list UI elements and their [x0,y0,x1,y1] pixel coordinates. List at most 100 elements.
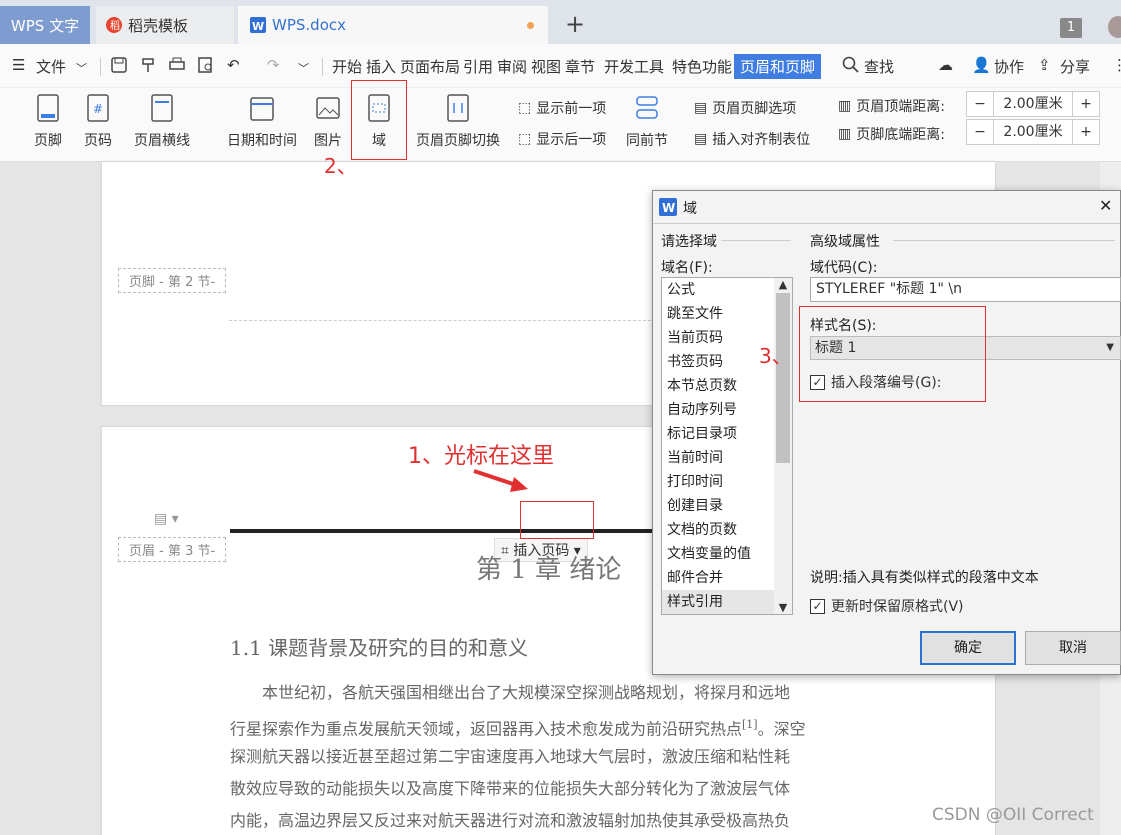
insert-align-tab-button[interactable]: ▤ 插入对齐制表位 [694,129,810,149]
header-top-value[interactable]: 2.00厘米 [993,92,1073,116]
show-previous-button[interactable]: ⬚ 显示前一项 [518,98,606,118]
scroll-up-icon[interactable]: ▲ [774,278,792,291]
align-tab-icon: ▤ [694,131,708,147]
footer-bottom-stepper[interactable]: − 2.00厘米 + [966,119,1100,145]
tab-wps-writer[interactable]: WPS 文字 [0,6,90,44]
menu-hamburger-icon[interactable]: ☰ [12,56,25,74]
tab-document[interactable]: W WPS.docx [238,6,548,44]
share-icon[interactable]: ⇪ [1038,56,1051,74]
decrement-button[interactable]: − [967,124,993,140]
wps-doc-icon: W [250,17,266,33]
format-painter-icon[interactable] [140,56,158,74]
picture-button[interactable]: 图片 [314,94,342,150]
cloud-sync-icon[interactable]: ☁ [938,56,953,74]
menu-tab-chapter[interactable]: 章节 [565,56,595,77]
menu-tab-review[interactable]: 审阅 [497,56,527,77]
footer-button[interactable]: 页脚 [34,94,62,150]
paragraph-line: 内能，高温边界层又反过来对航天器进行对流和激波辐射加热使其承受极高热负 [230,811,791,830]
list-item[interactable]: 文档变量的值 [662,542,792,566]
advanced-props-label: 高级域属性 [810,234,880,250]
scroll-thumb[interactable] [776,293,790,463]
picture-label: 图片 [314,133,342,149]
more-icon[interactable]: ⋮ [1112,56,1121,74]
menu-tab-special[interactable]: 特色功能 [672,56,732,77]
tab-bar: WPS 文字 稻 稻壳模板 W WPS.docx + 1 [0,0,1121,44]
header-top-stepper[interactable]: − 2.00厘米 + [966,91,1100,117]
menu-tab-layout[interactable]: 页面布局 [400,56,460,77]
list-item[interactable]: 打印时间 [662,470,792,494]
menu-tab-references[interactable]: 引用 [463,56,493,77]
header-doc-icon[interactable]: ▤ ▾ [154,511,179,527]
footer-bottom-distance-label: ▥ 页脚底端距离: [838,124,945,144]
para-text: 。深空 [757,719,806,739]
chevron-down-icon: ▼ [1106,342,1114,353]
search-label[interactable]: 查找 [864,56,894,77]
keep-format-checkbox[interactable]: ✓ 更新时保留原格式(V) [810,596,964,616]
ok-button[interactable]: 确定 [920,631,1016,665]
same-as-previous-button[interactable]: 同前节 [626,94,668,150]
list-item[interactable]: 跳至文件 [662,302,792,326]
svg-text:稻: 稻 [110,20,120,32]
citation[interactable]: [1] [742,718,758,731]
increment-button[interactable]: + [1073,124,1099,140]
list-item-selected[interactable]: 样式引用 [662,590,792,614]
window-count-badge[interactable]: 1 [1060,18,1082,38]
menu-tab-insert[interactable]: 插入 [366,56,396,77]
menu-tab-view[interactable]: 视图 [531,56,561,77]
list-item[interactable]: 邮件合并 [662,566,792,590]
quick-access-more-icon[interactable]: ﹀ [298,60,309,76]
field-list[interactable]: 公式 跳至文件 当前页码 书签页码 本节总页数 自动序列号 标记目录项 当前时间… [661,277,793,615]
collab-label[interactable]: 协作 [994,56,1024,77]
header-line-icon [149,94,175,122]
tab-template[interactable]: 稻 稻壳模板 [96,6,234,44]
footer-bottom-value[interactable]: 2.00厘米 [993,120,1073,144]
share-label[interactable]: 分享 [1060,56,1090,77]
paragraph-line: 探测航天器以接近甚至超过第二宇宙速度再入地球大气层时，激波压缩和粘性耗 [230,747,791,766]
search-icon[interactable] [842,56,860,74]
dialog-title: 域 [683,201,697,217]
annotation-box-style [799,306,986,402]
redo-icon[interactable]: ↷ [267,56,280,74]
list-item[interactable]: 当前时间 [662,446,792,470]
header-section-label: 页眉 - 第 3 节- [118,537,227,562]
switch-header-footer-button[interactable]: 页眉页脚切换 [416,94,500,150]
avatar[interactable] [1108,16,1121,38]
scroll-down-icon[interactable]: ▼ [774,601,792,614]
page-number-button[interactable]: # 页码 [84,94,112,150]
field-code-label: 域代码(C): [810,260,878,276]
undo-icon[interactable]: ↶ [227,56,240,74]
close-icon[interactable]: ✕ [1099,196,1112,215]
header-line-button[interactable]: 页眉横线 [134,94,190,150]
print-icon[interactable] [168,56,186,74]
print-preview-icon[interactable] [197,56,215,74]
show-next-button[interactable]: ⬚ 显示后一项 [518,129,606,149]
list-scrollbar[interactable]: ▲ ▼ [774,278,792,614]
cancel-button[interactable]: 取消 [1025,631,1121,665]
chevron-down-icon[interactable]: ﹀ [76,60,87,76]
save-icon[interactable] [110,56,128,74]
field-code-input[interactable]: STYLEREF "标题 1" \n [810,277,1121,302]
add-user-icon[interactable]: 👤 [972,56,991,74]
increment-button[interactable]: + [1073,96,1099,112]
menu-tab-developer[interactable]: 开发工具 [604,56,664,77]
svg-text:W: W [252,20,264,33]
header-footer-options-button[interactable]: ▤ 页眉页脚选项 [694,98,796,118]
svg-text:W: W [662,201,675,215]
show-next-icon: ⬚ [518,131,532,147]
menu-file[interactable]: 文件 [36,56,66,77]
footer-bottom-text: 页脚底端距离: [856,127,945,143]
list-item[interactable]: 公式 [662,278,792,302]
new-tab-button[interactable]: + [565,10,585,38]
list-item[interactable]: 本节总页数 [662,374,792,398]
list-item[interactable]: 文档的页数 [662,518,792,542]
list-item[interactable]: 自动序列号 [662,398,792,422]
date-time-label: 日期和时间 [227,133,297,149]
menu-tab-header-footer[interactable]: 页眉和页脚 [734,54,822,79]
list-item[interactable]: 标记目录项 [662,422,792,446]
decrement-button[interactable]: − [967,96,993,112]
date-time-button[interactable]: 日期和时间 [227,94,297,150]
divider [100,58,101,76]
checkbox-icon: ✓ [810,598,825,614]
list-item[interactable]: 创建目录 [662,494,792,518]
menu-tab-home[interactable]: 开始 [332,56,362,77]
